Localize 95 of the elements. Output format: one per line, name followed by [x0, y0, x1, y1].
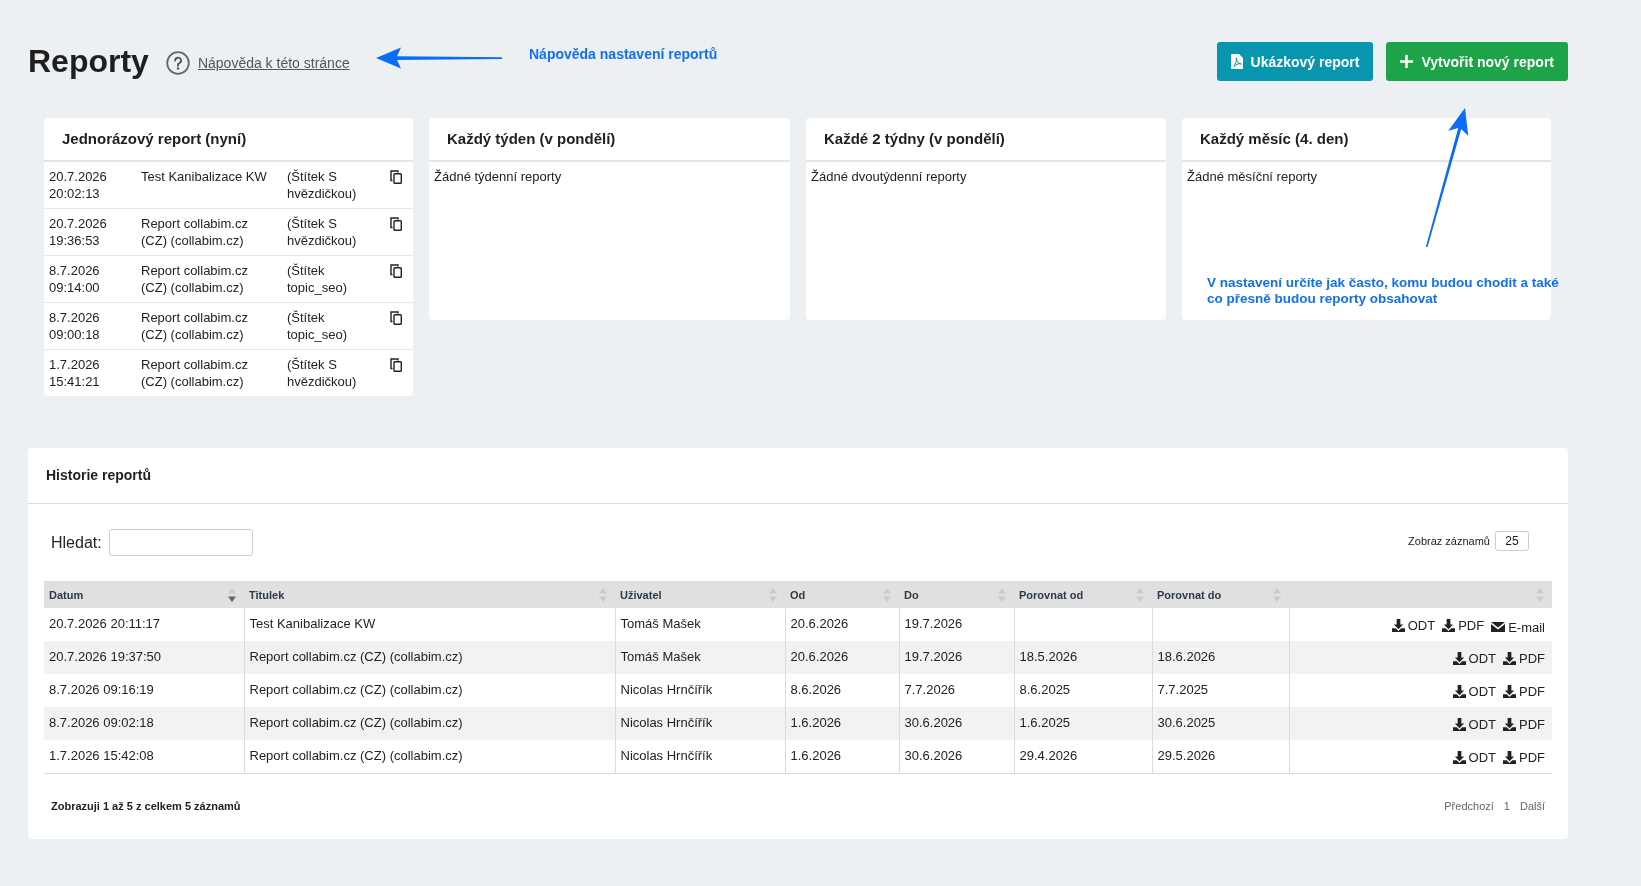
pagination-link[interactable]: 1	[1503, 800, 1510, 812]
download-link[interactable]: PDF	[1503, 749, 1545, 766]
report-tag: (Štítek topic_seo)	[287, 262, 379, 296]
column-header[interactable]: Porovnat od	[1014, 581, 1152, 608]
empty-message: Žádné měsíční reporty	[1186, 168, 1319, 186]
download-icon	[1503, 751, 1516, 764]
table-cell: 19.7.2026	[899, 641, 1014, 674]
download-icon	[1391, 619, 1405, 632]
report-tag: (Štítek S hvězdičkou)	[287, 215, 379, 249]
column-header[interactable]: Porovnat do	[1152, 581, 1289, 608]
table-cell: 29.4.2026	[1014, 740, 1152, 773]
pagination-link[interactable]: Další	[1519, 800, 1545, 812]
envelope-icon	[1491, 622, 1506, 632]
report-tag: (Štítek S hvězdičkou)	[287, 356, 379, 390]
sample-report-button[interactable]: Ukázkový report	[1216, 42, 1374, 81]
column-header[interactable]: Uživatel	[615, 581, 785, 608]
page-title: Reporty	[28, 42, 149, 81]
download-icon	[1452, 751, 1466, 764]
copy-icon[interactable]	[390, 358, 402, 372]
table-cell: 20.6.2026	[785, 641, 899, 674]
annotation-text: V nastavení určíte jak často, komu budou chodit a také co přesně budou reporty obsahovat	[1207, 275, 1560, 307]
page-size-select[interactable]: 25	[1495, 530, 1529, 551]
download-link[interactable]: ODT	[1452, 650, 1496, 667]
table-cell: 1.7.2026 15:42:08	[44, 740, 244, 773]
report-title: Report collabim.cz (CZ) (collabim.cz)	[141, 309, 249, 343]
table-info: Zobrazuji 1 až 5 z celkem 5 záznamů	[51, 800, 241, 812]
download-icon	[1503, 685, 1516, 698]
table-cell: 1.6.2026	[785, 740, 899, 773]
column-header[interactable]: Od	[785, 581, 899, 608]
card-title: Jednorázový report (nyní)	[44, 118, 413, 162]
table-cell: 20.7.2026 20:11:17	[44, 608, 244, 641]
download-link[interactable]: ODT	[1452, 749, 1496, 766]
empty-message: Žádné týdenní reporty	[433, 168, 563, 186]
column-header[interactable]: Datum	[44, 581, 244, 608]
panel-title: Historie reportů	[28, 448, 1568, 504]
download-icon	[1452, 685, 1466, 698]
report-title: Report collabim.cz (CZ) (collabim.cz)	[141, 215, 249, 249]
download-icon	[1452, 718, 1466, 731]
page-size-label: Zobraz záznamů	[1408, 534, 1490, 547]
card-title: Každé 2 týdny (v pondělí)	[806, 118, 1166, 162]
table-cell: 20.7.2026 19:37:50	[44, 641, 244, 674]
report-date: 8.7.2026 09:14:00	[49, 262, 101, 296]
search-label: Hledat:	[51, 533, 102, 552]
column-header[interactable]: Titulek	[244, 581, 615, 608]
download-link[interactable]: PDF	[1503, 683, 1545, 700]
download-link[interactable]: ODT	[1452, 716, 1496, 733]
card-title: Každý týden (v pondělí)	[429, 118, 790, 162]
report-title: Report collabim.cz (CZ) (collabim.cz)	[141, 356, 249, 390]
download-link[interactable]: ODT	[1391, 617, 1436, 634]
table-cell: 18.5.2026	[1014, 641, 1152, 674]
report-date: 20.7.2026 20:02:13	[49, 168, 108, 202]
table-cell: 30.6.2026	[899, 707, 1014, 740]
copy-icon[interactable]	[390, 311, 402, 325]
table-cell: 8.7.2026 09:16:19	[44, 674, 244, 707]
plus-icon	[1400, 55, 1414, 68]
file-icon	[1230, 54, 1243, 69]
copy-icon[interactable]	[390, 170, 402, 184]
email-link[interactable]: E-mail	[1491, 618, 1545, 636]
help-link[interactable]: Nápověda k této stránce	[165, 51, 350, 75]
download-icon	[1442, 619, 1456, 632]
help-icon	[165, 51, 190, 75]
table-cell: 30.6.2025	[1152, 707, 1289, 740]
download-link[interactable]: ODT	[1452, 683, 1496, 700]
annotation-text: Nápověda nastavení reportů	[529, 46, 718, 62]
report-tag: (Štítek S hvězdičkou)	[287, 168, 379, 202]
download-link[interactable]: PDF	[1503, 650, 1545, 667]
table-cell: Report collabim.cz (CZ) (collabim.cz)	[244, 641, 615, 674]
table-cell: Report collabim.cz (CZ) (collabim.cz)	[244, 707, 615, 740]
download-icon	[1503, 718, 1516, 731]
copy-icon[interactable]	[390, 264, 402, 278]
copy-icon[interactable]	[390, 217, 402, 231]
empty-message: Žádné dvoutýdenní reporty	[810, 168, 968, 186]
table-cell: 29.5.2026	[1152, 740, 1289, 773]
table-cell: Nicolas Hrnčířík	[615, 740, 785, 773]
report-tag: (Štítek topic_seo)	[287, 309, 379, 343]
table-cell: 1.6.2025	[1014, 707, 1152, 740]
report-title: Test Kanibalizace KW	[141, 168, 267, 185]
table-cell: 8.7.2026 09:02:18	[44, 707, 244, 740]
table-cell: Tomáš Mašek	[615, 641, 785, 674]
download-icon	[1452, 652, 1466, 665]
report-date: 20.7.2026 19:36:53	[49, 215, 108, 249]
report-date: 8.7.2026 09:00:18	[49, 309, 101, 343]
table-cell: 30.6.2026	[899, 740, 1014, 773]
table-cell: 1.6.2026	[785, 707, 899, 740]
download-link[interactable]: PDF	[1442, 617, 1485, 634]
column-header[interactable]: Do	[899, 581, 1014, 608]
table-cell: Nicolas Hrnčířík	[615, 707, 785, 740]
download-icon	[1503, 652, 1516, 665]
download-link[interactable]: PDF	[1503, 716, 1545, 733]
table-cell: 18.6.2026	[1152, 641, 1289, 674]
report-title: Report collabim.cz (CZ) (collabim.cz)	[141, 262, 249, 296]
report-date: 1.7.2026 15:41:21	[49, 356, 101, 390]
search-field[interactable]	[108, 529, 253, 556]
pagination-link[interactable]: Předchozí	[1444, 800, 1494, 812]
table-cell: Report collabim.cz (CZ) (collabim.cz)	[244, 740, 615, 773]
